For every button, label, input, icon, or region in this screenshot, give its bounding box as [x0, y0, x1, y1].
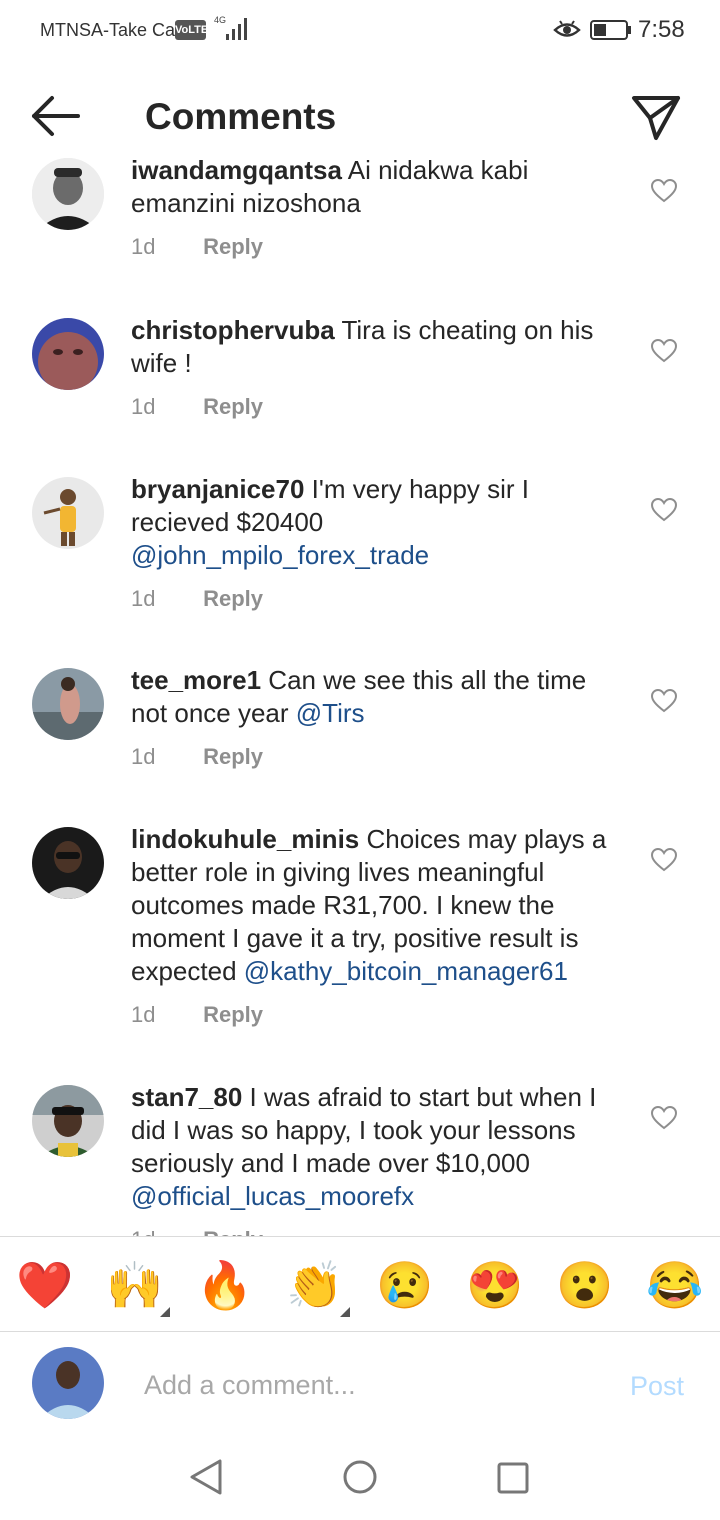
battery-icon: [590, 20, 631, 40]
fire-emoji-icon[interactable]: 🔥: [195, 1257, 255, 1313]
comment-meta: 1d Reply: [131, 394, 263, 420]
heart-icon[interactable]: [651, 179, 677, 203]
comment-mention[interactable]: @kathy_bitcoin_manager61: [244, 956, 568, 986]
post-button[interactable]: Post: [630, 1371, 684, 1402]
heart-icon[interactable]: [651, 339, 677, 363]
comment-mention[interactable]: @Tirs: [296, 698, 365, 728]
nav-recent-apps-icon[interactable]: [496, 1461, 530, 1495]
comment-username[interactable]: iwandamgqantsa: [131, 155, 342, 185]
avatar[interactable]: [32, 477, 104, 549]
comment-text: tee_more1 Can we see this all the time n…: [131, 664, 626, 730]
comment-time: 1d: [131, 1227, 197, 1236]
crying-face-emoji-icon[interactable]: 😢: [375, 1257, 435, 1313]
heart-icon[interactable]: [651, 689, 677, 713]
heart-icon[interactable]: [651, 498, 677, 522]
comment-composer: Post: [0, 1333, 720, 1433]
my-avatar: [32, 1347, 104, 1419]
heart-icon[interactable]: [651, 1106, 677, 1130]
heart-icon[interactable]: [651, 848, 677, 872]
emoji-bar: ❤️ 🙌 🔥 👏 😢 😍 😮 😂: [0, 1236, 720, 1332]
tears-of-joy-emoji-icon[interactable]: 😂: [645, 1257, 705, 1313]
avatar[interactable]: [32, 668, 104, 740]
comment-mention[interactable]: @official_lucas_moorefx: [131, 1181, 414, 1211]
comment-time: 1d: [131, 744, 156, 769]
comment-mention[interactable]: @john_mpilo_forex_trade: [131, 540, 429, 570]
comment-username[interactable]: tee_more1: [131, 665, 261, 695]
comment-time: 1d: [131, 234, 156, 259]
skin-tone-indicator: [160, 1307, 170, 1317]
reply-button[interactable]: Reply: [203, 394, 263, 419]
carrier-name: MTNSA-Take Ca: [40, 20, 176, 40]
reply-button[interactable]: Reply: [203, 1002, 263, 1027]
nav-home-icon[interactable]: [342, 1459, 378, 1495]
send-direct-icon[interactable]: [630, 92, 682, 142]
back-arrow-icon[interactable]: [28, 92, 84, 140]
avatar[interactable]: [32, 1085, 104, 1157]
volte-badge: VoLTE: [175, 20, 208, 40]
comment-meta: 1d Reply: [131, 1002, 263, 1028]
avatar[interactable]: [32, 158, 104, 230]
comment-text: bryanjanice70 I'm very happy sir I recie…: [131, 473, 626, 572]
reply-button[interactable]: Reply: [203, 586, 263, 611]
comment-meta: 1d Reply: [131, 234, 263, 260]
comment-username[interactable]: stan7_80: [131, 1082, 242, 1112]
surprised-face-emoji-icon[interactable]: 😮: [555, 1257, 615, 1313]
reply-button[interactable]: Reply: [203, 744, 263, 769]
reply-button[interactable]: Reply: [203, 234, 263, 259]
comment-time: 1d: [131, 394, 156, 419]
comment-text: iwandamgqantsa Ai nidakwa kabi emanzini …: [131, 154, 626, 220]
skin-tone-indicator: [340, 1307, 350, 1317]
system-nav-bar: [0, 1433, 720, 1520]
comments-list[interactable]: iwandamgqantsa Ai nidakwa kabi emanzini …: [0, 150, 720, 1236]
nav-back-icon[interactable]: [188, 1457, 224, 1497]
avatar[interactable]: [32, 827, 104, 899]
raising-hands-emoji-icon[interactable]: 🙌: [105, 1257, 165, 1313]
comment-username[interactable]: bryanjanice70: [131, 474, 304, 504]
clapping-hands-emoji-icon[interactable]: 👏: [285, 1257, 345, 1313]
comment-username[interactable]: christophervuba: [131, 315, 335, 345]
comment-time: 1d: [131, 1002, 156, 1027]
comment-meta: 1d Reply: [131, 586, 263, 612]
signal-icon: 4G: [214, 15, 247, 40]
svg-text:4G: 4G: [214, 15, 226, 25]
avatar[interactable]: [32, 318, 104, 390]
comment-text: stan7_80 I was afraid to start but when …: [131, 1081, 626, 1213]
heart-eyes-emoji-icon[interactable]: 😍: [465, 1257, 525, 1313]
comment-meta: 1d Reply: [131, 1227, 263, 1236]
comment-username[interactable]: lindokuhule_minis: [131, 824, 359, 854]
status-clock: 7:58: [638, 16, 685, 43]
comment-text: christophervuba Tira is cheating on his …: [131, 314, 626, 380]
comment-text: lindokuhule_minis Choices may plays a be…: [131, 823, 626, 988]
comment-meta: 1d Reply: [131, 744, 263, 770]
eye-comfort-icon: [553, 20, 581, 37]
status-bar: MTNSA-Take Ca VoLTE 4G 7:58: [0, 0, 720, 62]
comment-input[interactable]: [144, 1365, 594, 1405]
page-title: Comments: [145, 96, 337, 137]
heart-emoji-icon[interactable]: ❤️: [15, 1257, 75, 1313]
comment-time: 1d: [131, 586, 156, 611]
reply-button[interactable]: Reply: [203, 1227, 263, 1236]
